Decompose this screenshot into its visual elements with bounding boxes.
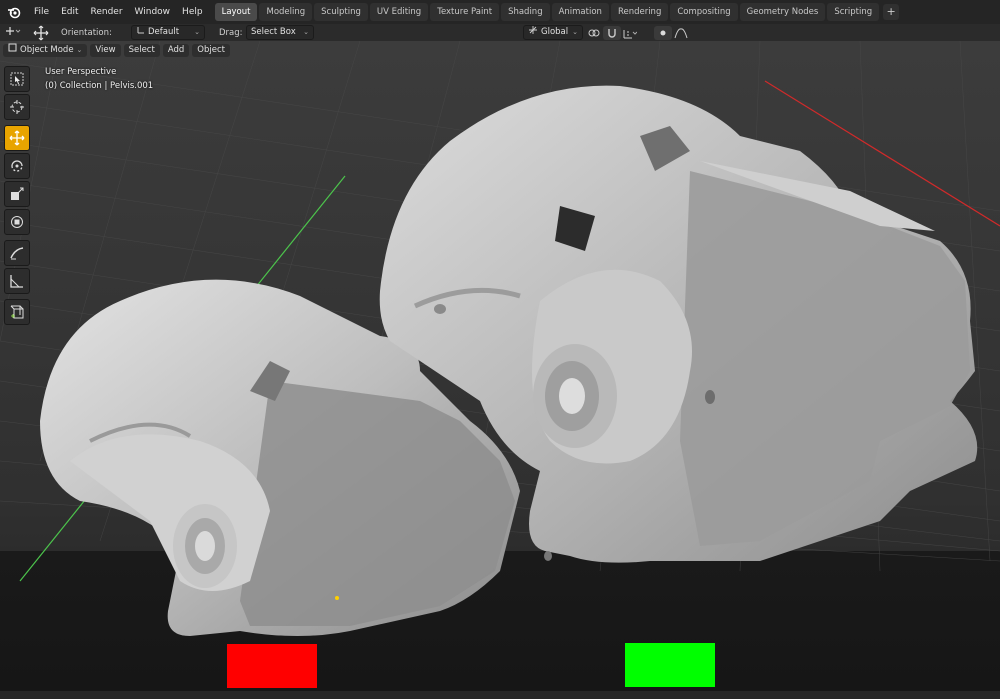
menu-object[interactable]: Object: [192, 43, 230, 57]
transform-tool-dropdown[interactable]: [4, 24, 22, 41]
proportional-editing-icon[interactable]: [654, 25, 672, 40]
tab-modeling[interactable]: Modeling: [259, 3, 313, 21]
select-box-icon[interactable]: [4, 66, 30, 92]
green-marker: [625, 643, 715, 687]
tool-settings-bar: Orientation: Default ⌄ Drag: Select Box …: [0, 24, 1000, 42]
orientation-dropdown[interactable]: Default ⌄: [131, 25, 205, 40]
tab-rendering[interactable]: Rendering: [610, 3, 669, 21]
add-workspace-button[interactable]: +: [883, 4, 900, 20]
red-marker: [227, 644, 317, 688]
snap-toggle-icon[interactable]: [603, 25, 621, 40]
snap-target-icon[interactable]: [621, 26, 639, 40]
mode-dropdown[interactable]: Object Mode ⌄: [3, 43, 88, 57]
tab-texture-paint[interactable]: Texture Paint: [430, 3, 500, 21]
measure-tool-icon[interactable]: [4, 268, 30, 294]
annotate-tool-icon[interactable]: [4, 240, 30, 266]
drag-label: Drag:: [219, 27, 243, 38]
menu-render[interactable]: Render: [85, 0, 129, 24]
orientation-axis-icon: [136, 26, 145, 40]
menu-view[interactable]: View: [90, 43, 121, 57]
status-bar: [0, 691, 1000, 699]
viewport-scene: [0, 41, 1000, 691]
pivot-point-icon[interactable]: [585, 26, 603, 40]
scale-tool-icon[interactable]: [4, 181, 30, 207]
drag-dropdown[interactable]: Select Box ⌄: [246, 25, 314, 40]
menu-help[interactable]: Help: [176, 0, 209, 24]
tab-shading[interactable]: Shading: [501, 3, 550, 21]
chevron-down-icon: ⌄: [194, 28, 200, 36]
tool-shelf: [4, 66, 32, 327]
object-mode-icon: [8, 43, 17, 57]
cursor-icon[interactable]: [4, 94, 30, 120]
menu-add[interactable]: Add: [162, 43, 190, 57]
falloff-curve-icon[interactable]: [672, 26, 690, 40]
viewport-header: Object Mode ⌄ View Select Add Object: [0, 42, 1000, 58]
transform-tool-icon: [4, 25, 22, 40]
transform-orientation-dropdown[interactable]: Global ⌄: [523, 25, 583, 40]
orientation-label: Orientation:: [61, 27, 112, 38]
add-cube-tool-icon[interactable]: [4, 299, 30, 325]
collection-info-label: (0) Collection | Pelvis.001: [45, 81, 154, 91]
view-name-label: User Perspective: [45, 67, 117, 77]
move-tool-icon[interactable]: [4, 125, 30, 151]
chevron-down-icon: ⌄: [572, 28, 578, 36]
menu-select[interactable]: Select: [123, 43, 160, 57]
rotate-tool-icon[interactable]: [4, 153, 30, 179]
transform-orientation-value: Global: [541, 27, 569, 37]
workspace-tabs: Layout Modeling Sculpting UV Editing Tex…: [214, 2, 900, 22]
blender-logo-icon[interactable]: [0, 5, 28, 19]
tab-layout[interactable]: Layout: [214, 3, 258, 21]
tab-geometry-nodes[interactable]: Geometry Nodes: [739, 3, 826, 21]
tab-sculpting[interactable]: Sculpting: [314, 3, 368, 21]
menu-window[interactable]: Window: [129, 0, 177, 24]
mode-value: Object Mode: [20, 44, 74, 55]
orientation-value: Default: [148, 27, 180, 37]
transform-tool-icon[interactable]: [4, 209, 30, 235]
move-gizmo-icon[interactable]: [32, 24, 50, 41]
3d-viewport[interactable]: User Perspective (0) Collection | Pelvis…: [0, 41, 1000, 691]
menu-edit[interactable]: Edit: [55, 0, 84, 24]
top-bar: File Edit Render Window Help Layout Mode…: [0, 0, 1000, 24]
tab-scripting[interactable]: Scripting: [827, 3, 880, 21]
chevron-down-icon: ⌄: [303, 28, 309, 36]
drag-value: Select Box: [251, 27, 296, 37]
chevron-down-icon: ⌄: [76, 45, 83, 54]
tab-uv-editing[interactable]: UV Editing: [369, 3, 429, 21]
tab-animation[interactable]: Animation: [551, 3, 609, 21]
menu-file[interactable]: File: [28, 0, 55, 24]
tab-compositing[interactable]: Compositing: [670, 3, 738, 21]
global-axes-icon: [528, 25, 538, 40]
